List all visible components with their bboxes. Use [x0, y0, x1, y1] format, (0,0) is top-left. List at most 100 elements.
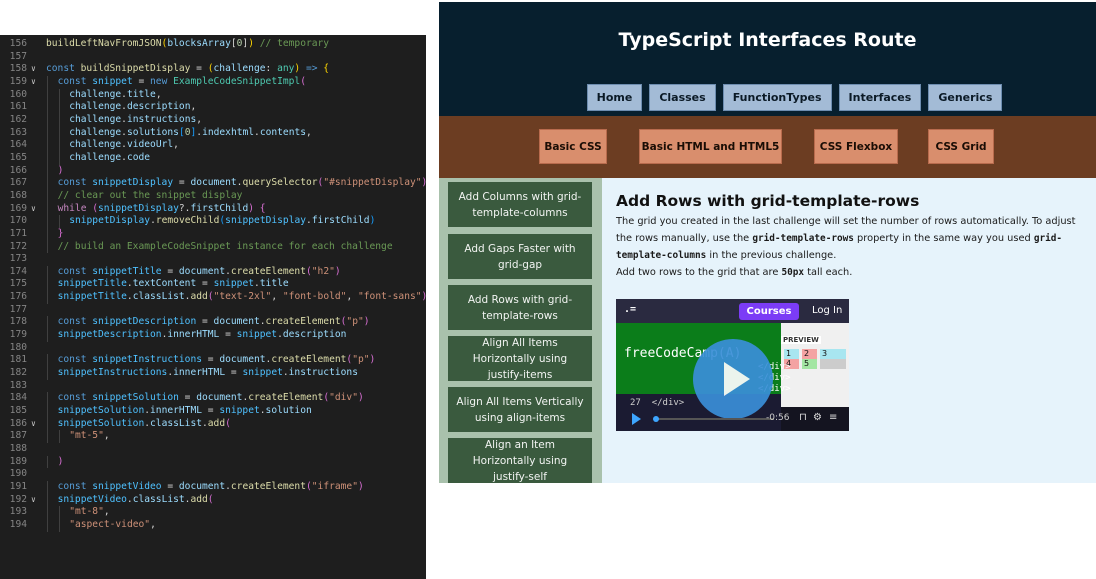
code-line[interactable]: 190 [0, 468, 426, 481]
code-line[interactable]: 166) [0, 164, 426, 178]
line-number: 194 [9, 518, 27, 530]
fcc-logo-icon: .= [624, 304, 637, 315]
small-play-icon[interactable] [632, 413, 641, 425]
fold-chevron-icon[interactable]: ∨ [31, 203, 41, 216]
indent-guide [58, 126, 60, 140]
code-line[interactable]: 181 const snippetInstructions = document.… [0, 354, 426, 368]
code-line[interactable]: 159 ∨ const snippet = new ExampleCodeSnipp… [0, 75, 426, 89]
code-text: ) [57, 455, 64, 467]
video-time: -0:56 [766, 413, 790, 423]
description-text: property in the same way you used [853, 233, 1034, 244]
code-text: // build an ExampleCodeSnippet instance … [57, 240, 393, 252]
code-line[interactable]: 175 snippetTitle.textContent = snippet.ti… [0, 278, 426, 292]
code-text: challenge.title, [69, 88, 162, 100]
category-basic-css-button[interactable]: Basic CSS [539, 129, 607, 164]
grid-cell: 2 [802, 349, 817, 359]
nav-interfaces-button[interactable]: Interfaces [838, 84, 922, 111]
line-number: 183 [9, 379, 27, 391]
description-text: in the previous challenge. [706, 250, 837, 261]
category-css-flexbox-button[interactable]: CSS Flexbox [814, 129, 898, 164]
category-css-grid-button[interactable]: CSS Grid [928, 129, 994, 164]
code-line[interactable]: 180 [0, 342, 426, 355]
code-line[interactable]: 161 challenge.description, [0, 101, 426, 114]
code-text: snippetTitle.textContent = snippet.title [57, 278, 289, 290]
code-line[interactable]: 167 const snippetDisplay = document.query… [0, 177, 426, 190]
challenge-item[interactable]: Align All Items Horizontally using justi… [448, 336, 592, 381]
code-line[interactable]: 170 snippetDisplay.removeChild(snippetDis… [0, 215, 426, 228]
code-line[interactable]: 186 ∨ snippetSolution.classList.add( [0, 417, 426, 431]
indent-guide [47, 518, 48, 532]
category-basic-html-button[interactable]: Basic HTML and HTML5 [639, 129, 782, 164]
fold-chevron-icon[interactable]: ∨ [31, 63, 41, 76]
fold-chevron-icon[interactable]: ∨ [31, 494, 41, 507]
line-number: 192 [9, 493, 27, 505]
code-line[interactable]: 182 snippetInstructions.innerHTML = snipp… [0, 367, 426, 380]
code-line[interactable]: 183 [0, 380, 426, 393]
code-line[interactable]: 158 ∨ const buildSnippetDisplay = (challen… [0, 63, 426, 76]
code-text: const snippetDescription = document.crea… [57, 316, 370, 328]
indent-guide [47, 480, 48, 494]
code-line[interactable]: 156 buildLeftNavFromJSON(blocksArray[0]) … [0, 38, 426, 51]
challenge-item[interactable]: Align All Items Vertically using align-i… [448, 387, 592, 432]
code-line[interactable]: 172 // build an ExampleCodeSnippet instan… [0, 240, 426, 254]
nav-classes-button[interactable]: Classes [649, 84, 716, 111]
challenge-item[interactable]: Add Columns with grid-template-columns [448, 182, 592, 227]
code-line[interactable]: 157 [0, 51, 426, 64]
code-line[interactable]: 184 const snippetSolution = document.crea… [0, 392, 426, 406]
code-line[interactable]: 185 snippetSolution.innerHTML = snippet.s… [0, 405, 426, 418]
code-line[interactable]: 163 challenge.solutions[0].indexhtml.cont… [0, 126, 426, 140]
login-link[interactable]: Log In [812, 305, 842, 316]
code-line[interactable]: 187 "mt-5", [0, 430, 426, 443]
fold-chevron-icon[interactable]: ∨ [31, 418, 41, 431]
code-line[interactable]: 160 challenge.title, [0, 88, 426, 102]
progress-handle[interactable] [653, 416, 659, 422]
web-page: TypeScript Interfaces Route Home Classes… [439, 2, 1096, 483]
courses-button[interactable]: Courses [739, 303, 799, 320]
nav-functiontypes-button[interactable]: FunctionTypes [722, 84, 832, 111]
top-nav: Home Classes FunctionTypes Interfaces Ge… [439, 84, 1096, 111]
code-line[interactable]: 178 const snippetDescription = document.c… [0, 316, 426, 330]
fold-chevron-icon[interactable]: ∨ [31, 76, 41, 89]
video-controls: -0:56 ⊓ ⚙ ≡ [616, 407, 849, 431]
challenge-item[interactable]: Align an Item Horizontally using justify… [448, 438, 592, 483]
code-line[interactable]: 165 challenge.code [0, 151, 426, 165]
video-progress-bar[interactable] [654, 418, 774, 420]
line-number: 166 [9, 164, 27, 176]
code-line[interactable]: 177 [0, 304, 426, 317]
bookmark-icon[interactable]: ⊓ [799, 412, 807, 423]
challenge-item-active[interactable]: Add Rows with grid-template-rows [448, 285, 592, 330]
code-line[interactable]: 162 challenge.instructions, [0, 113, 426, 127]
code-line[interactable]: 176 snippetTitle.classList.add("text-2xl"… [0, 291, 426, 304]
indent-guide [47, 291, 48, 304]
indent-guide [58, 101, 60, 114]
code-line[interactable]: 194 "aspect-video", [0, 518, 426, 532]
code-line[interactable]: 188 [0, 443, 426, 456]
code-line[interactable]: 173 [0, 253, 426, 266]
indent-guide [47, 392, 48, 406]
line-number: 162 [9, 113, 27, 125]
code-line[interactable]: 168 // clear out the snippet display [0, 189, 426, 203]
menu-icon[interactable]: ≡ [829, 412, 837, 423]
instructions-text: Add two rows to the grid that are [616, 267, 782, 278]
video-embed[interactable]: .= Courses Log In freeCodeCamp(A) PREVIE… [616, 299, 849, 431]
code-line[interactable]: 191 const snippetVideo = document.createE… [0, 480, 426, 494]
settings-icon[interactable]: ⚙ [813, 412, 822, 423]
nav-generics-button[interactable]: Generics [928, 84, 1003, 111]
code-line[interactable]: 189) [0, 455, 426, 469]
code-line[interactable]: 192 ∨ snippetVideo.classList.add( [0, 493, 426, 507]
code-line[interactable]: 179 snippetDescription.innerHTML = snippe… [0, 329, 426, 342]
code-text: snippetSolution.innerHTML = snippet.solu… [57, 405, 312, 417]
indent-guide [47, 265, 48, 279]
code-text: const snippetDisplay = document.querySel… [57, 177, 426, 189]
code-editor[interactable]: 156 buildLeftNavFromJSON(blocksArray[0]) … [0, 35, 426, 579]
code-line[interactable]: 193 "mt-8", [0, 506, 426, 519]
challenge-item[interactable]: Add Gaps Faster with grid-gap [448, 234, 592, 279]
code-line[interactable]: 171} [0, 227, 426, 241]
line-number: 190 [9, 468, 27, 480]
code-line[interactable]: 174 const snippetTitle = document.createE… [0, 265, 426, 279]
line-number: 188 [9, 443, 27, 454]
nav-home-button[interactable]: Home [586, 84, 643, 111]
code-line[interactable]: 169 ∨ while (snippetDisplay?.firstChild) { [0, 202, 426, 216]
code-text: const snippet = new ExampleCodeSnippetIm… [57, 75, 306, 87]
code-line[interactable]: 164 challenge.videoUrl, [0, 139, 426, 152]
